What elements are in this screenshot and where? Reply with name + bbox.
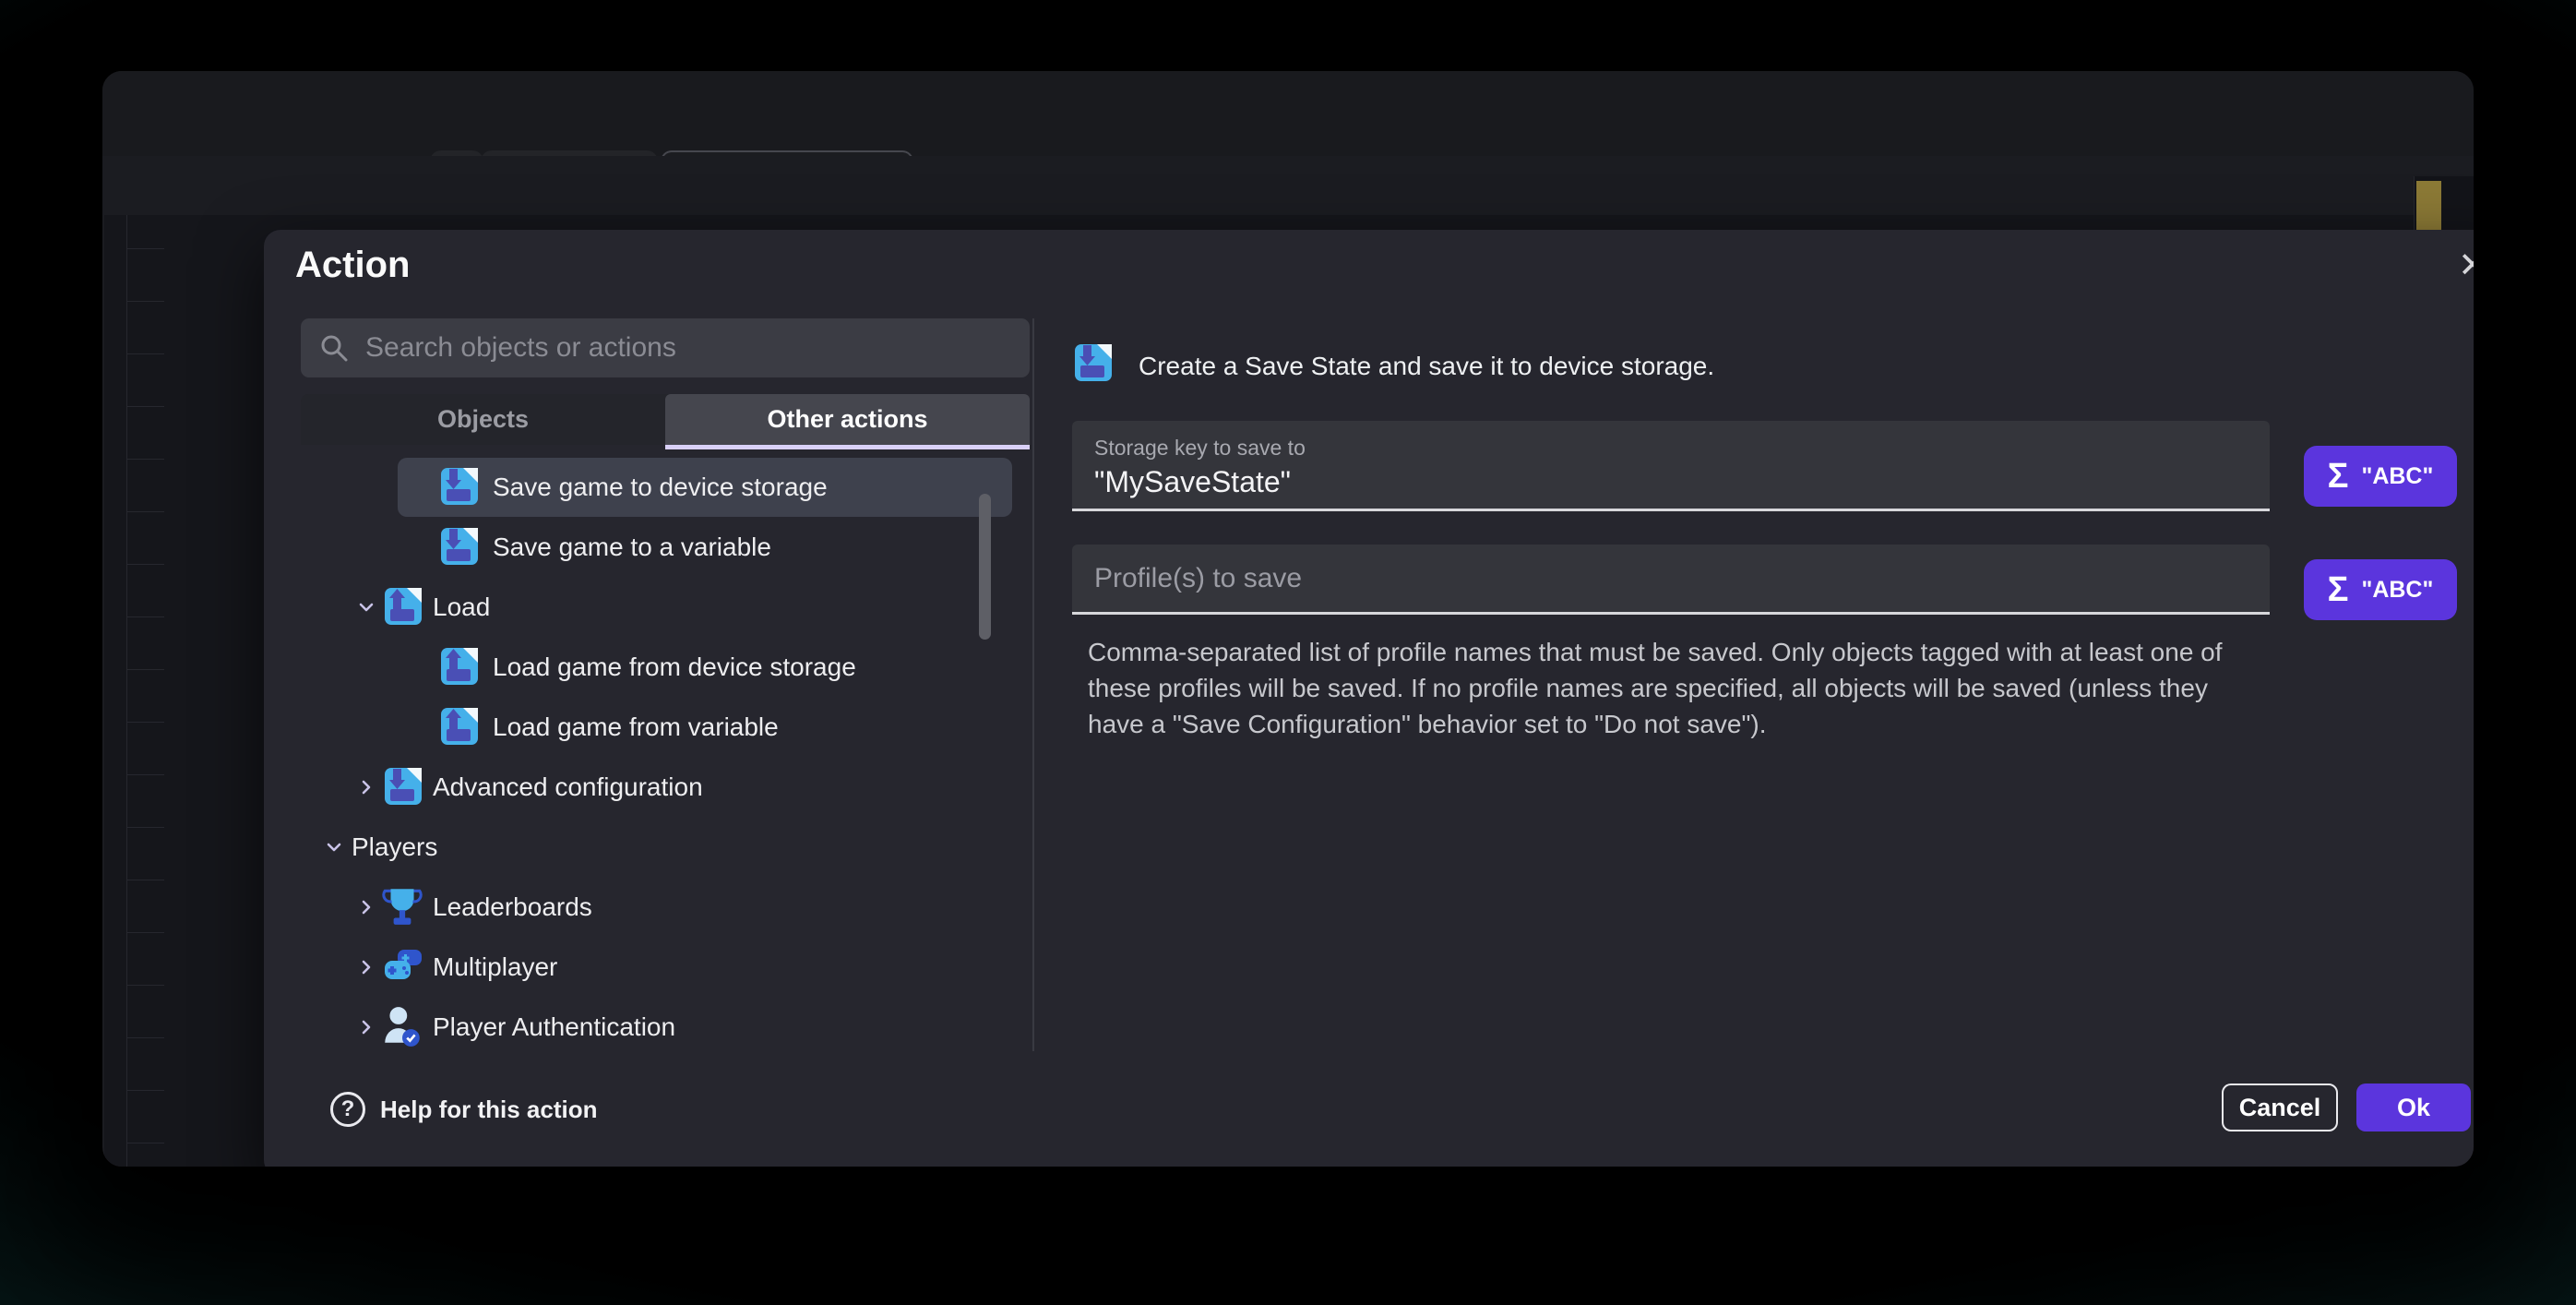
close-dialog-button[interactable]: ✕ (2449, 241, 2475, 289)
profiles-field[interactable]: Profile(s) to save (1072, 545, 2270, 615)
save-icon (381, 764, 425, 808)
desktop: Game Scene ✕ Game Scene (Events) ✕ Ask A… (0, 0, 2576, 1305)
search-placeholder: Search objects or actions (365, 332, 676, 364)
cancel-button[interactable]: Cancel (2222, 1084, 2338, 1131)
list-item-label: Load (433, 593, 490, 622)
gamepad-icon (381, 944, 425, 987)
person-icon (381, 1004, 423, 1048)
field-value: "MySaveState" (1094, 465, 1291, 499)
save-icon (437, 524, 482, 569)
expression-editor-button[interactable]: Σ "ABC" (2304, 559, 2457, 620)
list-item-label: Leaderboards (433, 892, 592, 922)
save-icon (437, 464, 482, 509)
chevron-down-icon[interactable] (324, 837, 344, 857)
list-item[interactable]: Leaderboards (301, 880, 1030, 936)
help-icon: ? (330, 1092, 365, 1127)
abc-label: "ABC" (2361, 463, 2433, 490)
chevron-right-icon[interactable] (356, 957, 376, 977)
titlebar: Game Scene ✕ Game Scene (Events) ✕ Ask A… (102, 71, 2474, 156)
load-icon (437, 644, 482, 688)
load-icon (437, 704, 482, 748)
list-scrollbar[interactable] (979, 494, 991, 640)
search-icon (317, 331, 351, 365)
list-item-label: Multiplayer (433, 952, 557, 982)
list-item[interactable]: Save game to a variable (301, 521, 1030, 576)
load-icon (381, 584, 425, 629)
dialog-tabs: Objects Other actions (301, 394, 1030, 445)
actions-tree: Save game to device storage Save game to … (301, 453, 1030, 1053)
list-item[interactable]: Advanced configuration (301, 760, 1030, 816)
help-label: Help for this action (380, 1095, 597, 1124)
field-placeholder: Profile(s) to save (1094, 563, 1302, 594)
trophy-icon (381, 884, 423, 928)
list-item[interactable]: Load game from variable (301, 700, 1030, 756)
list-item-label: Load game from variable (493, 712, 779, 742)
dialog-title: Action (295, 245, 410, 286)
gdevelop-window: Game Scene ✕ Game Scene (Events) ✕ Ask A… (101, 70, 2475, 1167)
events-gutter (126, 215, 164, 1167)
sigma-icon: Σ (2328, 570, 2349, 610)
list-item[interactable]: Players (301, 820, 1030, 876)
storage-key-field[interactable]: Storage key to save to "MySaveState" (1072, 421, 2270, 511)
action-dialog: Action ✕ Search objects or actions Objec… (264, 230, 2475, 1167)
list-item-label: Load game from device storage (493, 652, 856, 682)
search-input[interactable]: Search objects or actions (301, 318, 1030, 377)
field-help-text: Comma-separated list of profile names th… (1088, 634, 2255, 742)
field-label: Storage key to save to (1094, 436, 1306, 461)
list-item-label: Player Authentication (433, 1012, 675, 1042)
chevron-right-icon[interactable] (356, 777, 376, 797)
chevron-down-icon[interactable] (356, 597, 376, 617)
tab-other-actions[interactable]: Other actions (665, 394, 1030, 445)
chevron-right-icon[interactable] (356, 897, 376, 917)
list-item[interactable]: Load game from device storage (301, 641, 1030, 696)
list-item[interactable]: Player Authentication (301, 1000, 1030, 1056)
chevron-right-icon[interactable] (356, 1017, 376, 1037)
action-description: Create a Save State and save it to devic… (1139, 352, 1714, 381)
list-item[interactable]: Multiplayer (301, 940, 1030, 996)
list-item-label: Players (352, 832, 437, 862)
abc-label: "ABC" (2361, 577, 2433, 604)
help-for-action-link[interactable]: ? Help for this action (330, 1092, 597, 1127)
list-item-label: Advanced configuration (433, 772, 703, 802)
expression-editor-button[interactable]: Σ "ABC" (2304, 446, 2457, 507)
panel-divider (1032, 318, 1034, 1051)
tab-objects[interactable]: Objects (301, 394, 665, 445)
sigma-icon: Σ (2328, 457, 2349, 497)
list-item-label: Save game to a variable (493, 533, 771, 562)
list-item-label: Save game to device storage (493, 473, 828, 502)
list-item[interactable]: Save game to device storage (301, 461, 1030, 516)
save-icon (1071, 341, 1115, 385)
list-item[interactable]: Load (301, 581, 1030, 636)
ok-button[interactable]: Ok (2356, 1084, 2471, 1131)
